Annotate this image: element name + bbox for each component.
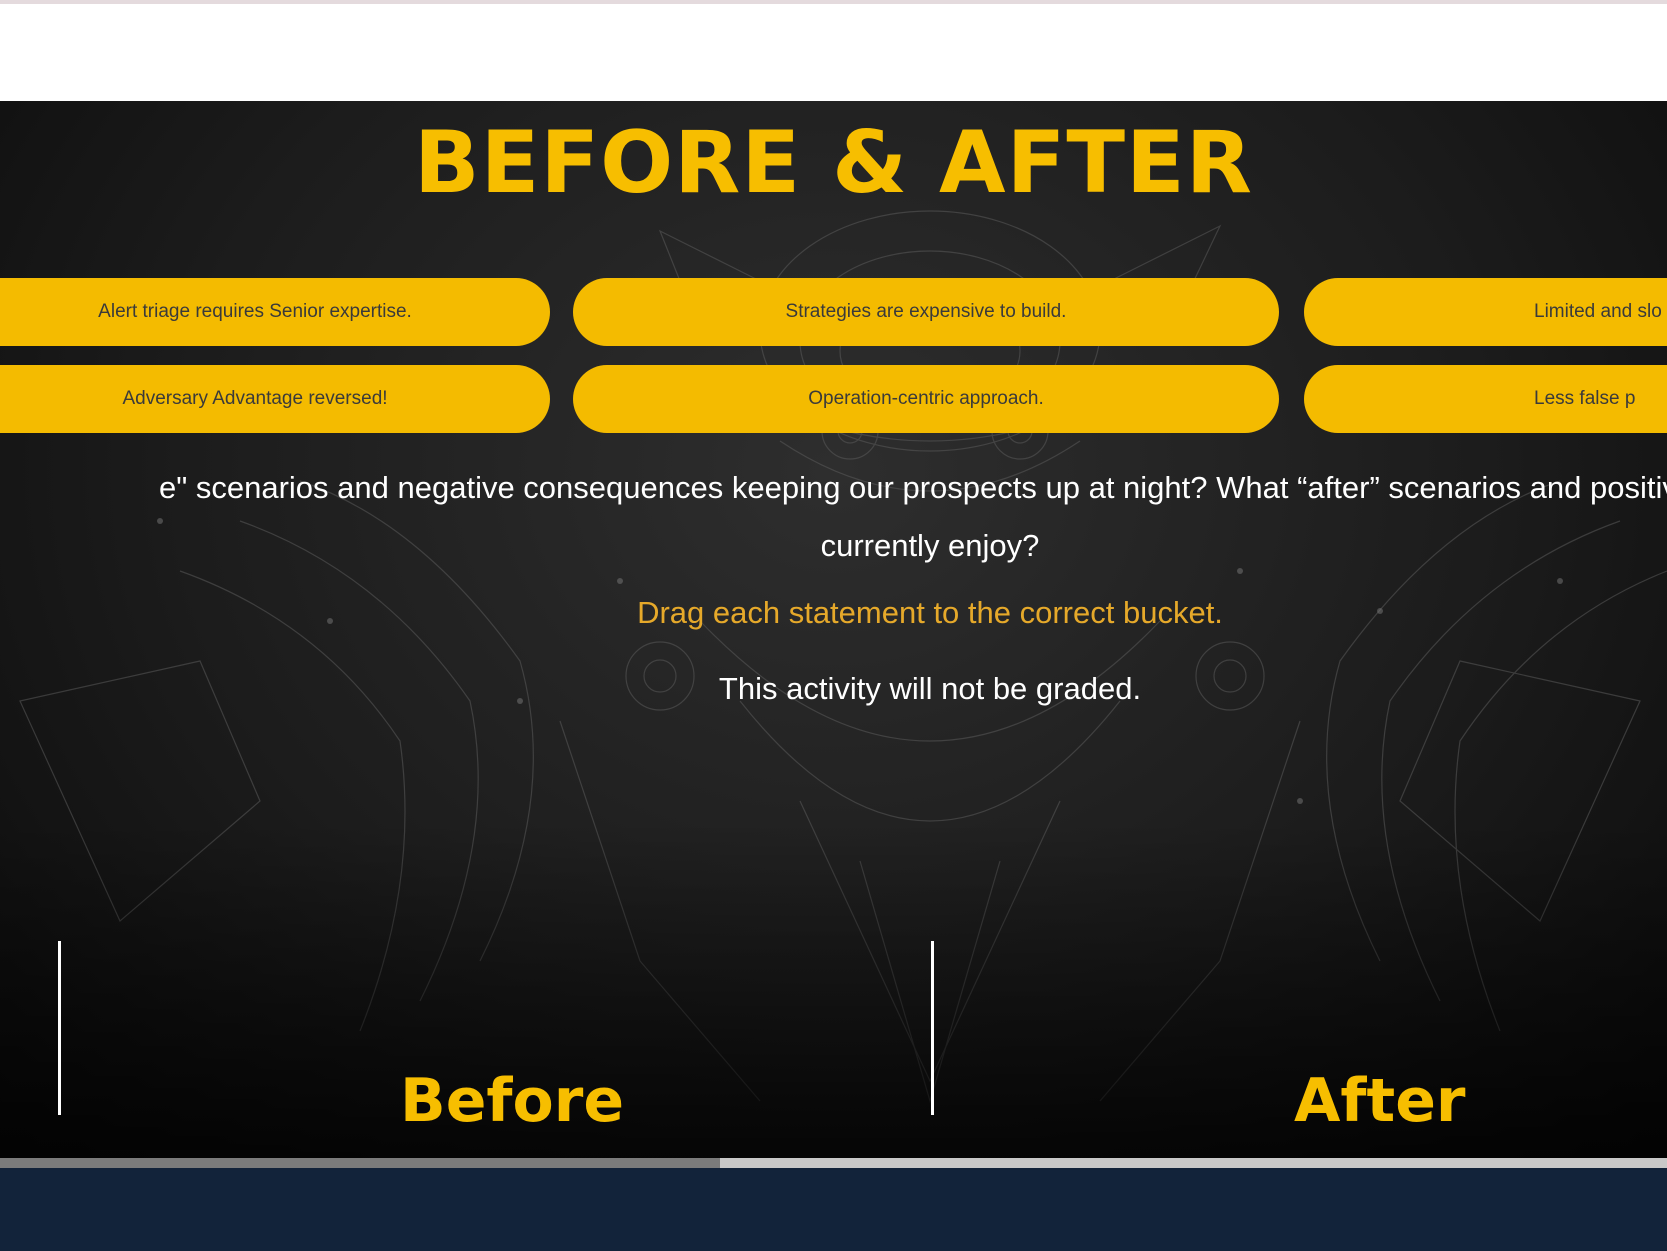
scrollbar-thumb[interactable] (0, 1158, 720, 1168)
statement-card[interactable]: Less false p (1304, 365, 1667, 433)
statement-card[interactable]: Alert triage requires Senior expertise. (0, 278, 550, 346)
grading-note: This activity will not be graded. (718, 671, 1142, 706)
statement-card[interactable]: Adversary Advantage reversed! (0, 365, 550, 433)
statement-card[interactable]: Limited and slo (1304, 278, 1667, 346)
before-bucket[interactable]: Before (400, 1061, 624, 1141)
after-bucket-divider (931, 941, 934, 1115)
statement-card[interactable]: Operation-centric approach. (573, 365, 1279, 433)
question-text-continued: currently enjoy? (820, 528, 1040, 563)
statement-card[interactable]: Strategies are expensive to build. (573, 278, 1279, 346)
question-text: e" scenarios and negative consequences k… (159, 470, 1667, 505)
after-bucket[interactable]: After (1294, 1061, 1466, 1141)
before-bucket-divider (58, 941, 61, 1115)
top-divider (0, 0, 1667, 4)
page-title: BEFORE & AFTER (414, 113, 1253, 213)
footer-bar (0, 1168, 1667, 1251)
instruction-text: Drag each statement to the correct bucke… (637, 595, 1223, 630)
activity-stage: BEFORE & AFTER Alert triage requires Sen… (0, 101, 1667, 1158)
